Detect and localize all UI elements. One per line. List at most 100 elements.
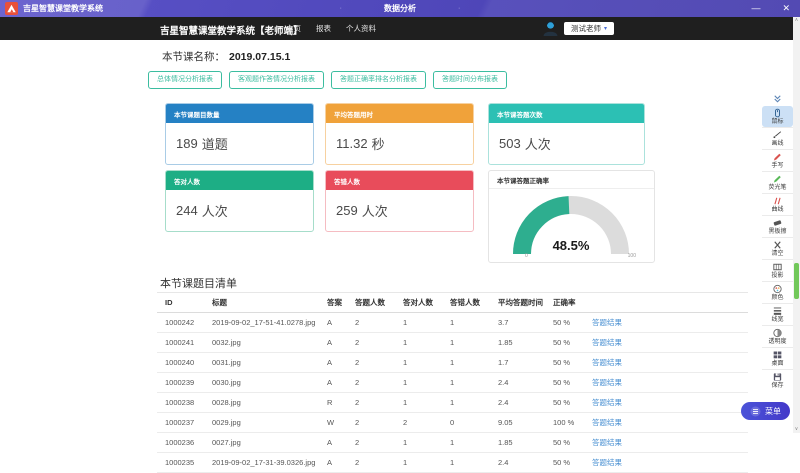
answer-result-link[interactable]: 答题结果 [592, 438, 622, 447]
cell-answer: R [319, 393, 347, 413]
tool-clear[interactable]: 清空 [762, 237, 793, 259]
stat-unit: 秒 [372, 134, 385, 153]
answer-result-link[interactable]: 答题结果 [592, 358, 622, 367]
window-center-title: 数据分析 [384, 3, 416, 14]
answer-result-link[interactable]: 答题结果 [592, 458, 622, 467]
stat-card-header: 平均答题用时 [326, 104, 473, 123]
cell-title: 2019-09-02_17-31-39.0326.jpg [204, 453, 319, 473]
question-table: ID 标题 答案 答题人数 答对人数 答错人数 平均答题时间 正确率 10002… [157, 292, 748, 473]
navbar-menu: 主页 报表 个人资料 [286, 17, 376, 40]
cell-answer: W [319, 413, 347, 433]
menu-button[interactable]: 菜单 [741, 402, 790, 420]
cell-avg-time: 2.4 [490, 393, 545, 413]
cell-correct: 1 [395, 433, 442, 453]
report-buttons-row: 总体情况分析报表客观题作答情况分析报表答题正确率排名分析报表答题时间分布报表 [148, 71, 507, 89]
cell-answered: 2 [347, 373, 395, 393]
col-header-answer: 答案 [319, 293, 347, 313]
close-icon[interactable]: ✕ [782, 4, 790, 13]
projector-icon [772, 262, 783, 272]
tool-eraser[interactable]: 黑板擦 [762, 215, 793, 237]
tool-mouse[interactable]: 鼠标 [762, 106, 793, 127]
table-row: 1000236 0027.jpg A 2 1 1 1.85 50 % 答题结果 [157, 433, 748, 453]
clear-icon [772, 240, 783, 250]
cell-id: 1000240 [157, 353, 204, 373]
answer-result-link[interactable]: 答题结果 [592, 338, 622, 347]
scroll-down-icon[interactable]: ∨ [793, 427, 800, 432]
cell-avg-time: 9.05 [490, 413, 545, 433]
tool-line-width[interactable]: 线宽 [762, 303, 793, 325]
scrollbar-thumb[interactable] [794, 263, 799, 299]
col-header-rate: 正确率 [545, 293, 584, 313]
tool-projector[interactable]: 投影 [762, 259, 793, 281]
gauge-title: 本节课答题正确率 [489, 171, 654, 189]
stat-card-header: 本节课答题次数 [489, 104, 644, 123]
cell-answer: A [319, 373, 347, 393]
navbar-menu-item[interactable]: 个人资料 [346, 23, 376, 34]
cell-title: 0030.jpg [204, 373, 319, 393]
answer-result-link[interactable]: 答题结果 [592, 318, 622, 327]
table-row: 1000241 0032.jpg A 2 1 1 1.85 50 % 答题结果 [157, 333, 748, 353]
draw-line-icon [772, 130, 783, 140]
table-header-row: ID 标题 答案 答题人数 答对人数 答错人数 平均答题时间 正确率 [157, 293, 748, 313]
col-header-action [584, 293, 748, 313]
toolbar-collapse[interactable] [762, 93, 793, 106]
cell-wrong: 1 [442, 313, 490, 333]
stat-card-header: 答对人数 [166, 171, 313, 190]
tool-opacity[interactable]: 透明度 [762, 325, 793, 347]
tool-color[interactable]: 颜色 [762, 281, 793, 303]
cell-answered: 2 [347, 453, 395, 473]
class-name-label: 本节课名称： [162, 51, 225, 63]
cell-answer: A [319, 313, 347, 333]
minimize-icon[interactable]: — [751, 4, 760, 13]
window-center-title-group: · 数据分析 · [0, 0, 800, 17]
answer-result-link[interactable]: 答题结果 [592, 398, 622, 407]
vertical-scrollbar[interactable]: ∧ ∨ [793, 17, 800, 433]
decor-dot-right: · [458, 5, 460, 12]
cell-title: 0029.jpg [204, 413, 319, 433]
cell-rate: 50 % [545, 313, 584, 333]
stat-unit: 道题 [202, 134, 228, 153]
cell-id: 1000241 [157, 333, 204, 353]
save-icon [772, 372, 783, 382]
table-row: 1000235 2019-09-02_17-31-39.0326.jpg A 2… [157, 453, 748, 473]
cell-id: 1000236 [157, 433, 204, 453]
cell-title: 0028.jpg [204, 393, 319, 413]
scroll-up-icon[interactable]: ∧ [793, 18, 800, 23]
navbar-menu-item[interactable]: 报表 [316, 23, 331, 34]
table-title: 本节课题目清单 [160, 275, 237, 291]
cell-wrong: 1 [442, 333, 490, 353]
user-name: 测试老师 [571, 25, 601, 33]
cell-answered: 2 [347, 393, 395, 413]
stat-card-question-count: 本节课题目数量 189道题 [165, 103, 314, 165]
report-button[interactable]: 答题正确率排名分析报表 [331, 71, 426, 89]
stat-unit: 人次 [525, 134, 551, 153]
stat-value: 244 [176, 203, 198, 218]
tool-highlighter[interactable]: 荧光笔 [762, 171, 793, 193]
report-button[interactable]: 总体情况分析报表 [148, 71, 222, 89]
navbar-menu-item[interactable]: 主页 [286, 23, 301, 34]
tool-draw-line[interactable]: 画线 [762, 127, 793, 149]
chevron-down-icon: ▾ [604, 26, 607, 32]
cell-wrong: 1 [442, 393, 490, 413]
user-avatar [542, 20, 559, 37]
cell-id: 1000235 [157, 453, 204, 473]
cell-id: 1000238 [157, 393, 204, 413]
answer-result-link[interactable]: 答题结果 [592, 418, 622, 427]
report-button[interactable]: 客观题作答情况分析报表 [229, 71, 324, 89]
tool-save[interactable]: 保存 [762, 369, 793, 391]
tool-handwrite[interactable]: 手写 [762, 149, 793, 171]
cell-answer: A [319, 453, 347, 473]
navbar-brand: 吉星智慧课堂教学系统【老师端】 [160, 23, 303, 37]
gauge-max-label: 100 [628, 253, 636, 259]
stat-value: 503 [499, 136, 521, 151]
user-dropdown-button[interactable]: 测试老师 ▾ [564, 22, 614, 36]
tool-curve[interactable]: 曲线 [762, 193, 793, 215]
stat-card-header: 本节课题目数量 [166, 104, 313, 123]
stat-value: 11.32 [336, 136, 368, 151]
cell-rate: 100 % [545, 413, 584, 433]
color-icon [772, 284, 783, 294]
report-button[interactable]: 答题时间分布报表 [433, 71, 507, 89]
tool-desktop[interactable]: 桌面 [762, 347, 793, 369]
accuracy-gauge-card: 本节课答题正确率 48.5% 0 100 [488, 170, 655, 263]
answer-result-link[interactable]: 答题结果 [592, 378, 622, 387]
